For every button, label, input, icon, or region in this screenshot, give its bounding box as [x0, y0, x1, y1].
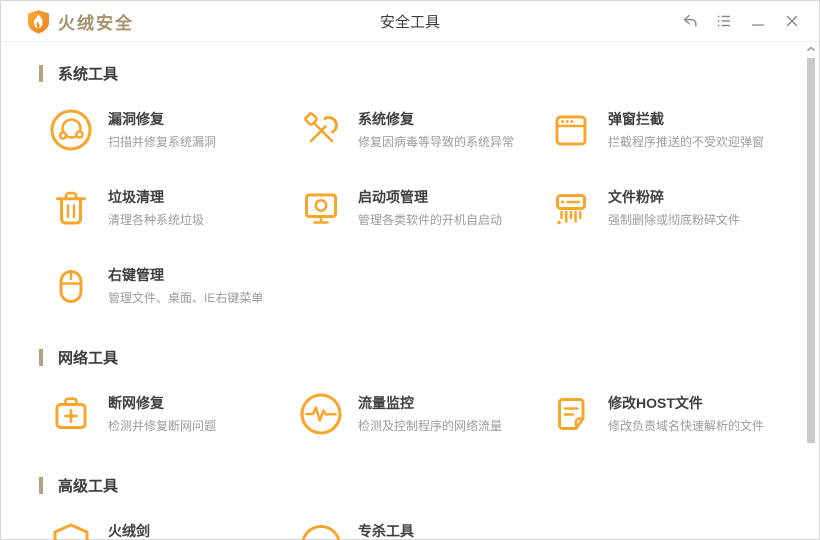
tool-item[interactable]: 火绒剑 [49, 520, 299, 540]
tool-name: 流量监控 [358, 395, 414, 411]
network-repair-icon [49, 392, 93, 436]
back-button[interactable] [673, 6, 707, 36]
tool-name: 修改HOST文件 [608, 395, 703, 411]
tool-desc: 检测并修复断网问题 [108, 419, 217, 433]
tool-text: 垃圾清理清理各种系统垃圾 [108, 186, 204, 228]
tool-text: 火绒剑 [108, 520, 150, 540]
tool-item[interactable]: 弹窗拦截拦截程序推送的不受欢迎弹窗 [549, 108, 781, 158]
tool-desc: 修改负责域名快速解析的文件 [608, 419, 765, 433]
scrollbar-thumb[interactable] [807, 58, 815, 443]
tool-item[interactable]: 启动项管理管理各类软件的开机自启动 [299, 186, 549, 236]
tool-text: 漏洞修复扫描并修复系统漏洞 [108, 108, 216, 150]
tool-name: 垃圾清理 [108, 189, 164, 205]
section-bar [39, 65, 43, 82]
tool-name: 断网修复 [108, 395, 164, 411]
section-title: 高级工具 [39, 475, 781, 496]
scroll-up-icon[interactable] [806, 42, 816, 56]
tool-text: 启动项管理管理各类软件的开机自启动 [358, 186, 502, 228]
tool-item[interactable]: 漏洞修复扫描并修复系统漏洞 [49, 108, 299, 158]
minimize-icon [749, 12, 767, 30]
tool-text: 专杀工具 [358, 520, 414, 540]
tool-name: 弹窗拦截 [608, 111, 664, 127]
killer-tool-icon [299, 520, 343, 540]
tool-text: 流量监控检测及控制程序的网络流量 [358, 392, 502, 434]
tool-desc: 拦截程序推送的不受欢迎弹窗 [608, 135, 765, 149]
tool-text: 修改HOST文件修改负责域名快速解析的文件 [608, 392, 764, 434]
traffic-monitor-icon [299, 392, 343, 436]
tool-desc: 清理各种系统垃圾 [108, 213, 205, 227]
tool-name: 启动项管理 [358, 189, 428, 205]
section-title: 系统工具 [39, 63, 781, 84]
tool-item[interactable]: 断网修复检测并修复断网问题 [49, 392, 299, 442]
context-menu-manager-icon [49, 264, 93, 308]
file-shredder-icon [549, 186, 593, 230]
section-bar [39, 477, 43, 494]
tool-desc: 检测及控制程序的网络流量 [358, 419, 503, 433]
tool-text: 断网修复检测并修复断网问题 [108, 392, 216, 434]
section-title-label: 网络工具 [58, 350, 119, 367]
tools-grid: 火绒剑 专杀工具 [49, 520, 781, 540]
tool-item[interactable]: 文件粉碎强制删除或彻底粉碎文件 [549, 186, 781, 236]
scrollbar [805, 42, 817, 539]
section-bar [39, 349, 43, 366]
titlebar: 火绒安全 安全工具 [1, 1, 819, 42]
startup-manager-icon [299, 186, 343, 230]
section-title-label: 高级工具 [58, 478, 119, 495]
vulnerability-fix-icon [49, 108, 93, 152]
tool-item[interactable]: 垃圾清理清理各种系统垃圾 [49, 186, 299, 236]
close-icon [783, 12, 801, 30]
tool-name: 专杀工具 [358, 523, 414, 539]
junk-clean-icon [49, 186, 93, 230]
tool-name: 系统修复 [358, 111, 414, 127]
tool-text: 文件粉碎强制删除或彻底粉碎文件 [608, 186, 740, 228]
tools-grid: 断网修复检测并修复断网问题 流量监控检测及控制程序的网络流量 修改HOST文件修改负… [49, 392, 781, 442]
tools-grid: 漏洞修复扫描并修复系统漏洞 系统修复修复因病毒等导致的系统异常 弹窗拦截拦截程序推送… [49, 108, 781, 314]
tool-text: 弹窗拦截拦截程序推送的不受欢迎弹窗 [608, 108, 764, 150]
menu-icon [715, 12, 733, 30]
tool-desc: 管理各类软件的开机自启动 [358, 213, 503, 227]
tool-item[interactable]: 修改HOST文件修改负责域名快速解析的文件 [549, 392, 781, 442]
tool-desc: 修复因病毒等导致的系统异常 [358, 135, 515, 149]
minimize-button[interactable] [741, 6, 775, 36]
menu-button[interactable] [707, 6, 741, 36]
system-repair-icon [299, 108, 343, 152]
back-icon [681, 12, 699, 30]
tool-name: 文件粉碎 [608, 189, 664, 205]
app-brand: 火绒安全 [1, 9, 134, 34]
tools-content: 系统工具漏洞修复扫描并修复系统漏洞 系统修复修复因病毒等导致的系统异常 弹窗拦截拦截… [1, 63, 819, 540]
tool-name: 火绒剑 [108, 523, 150, 539]
close-button[interactable] [775, 6, 809, 36]
titlebar-buttons [673, 6, 819, 36]
tool-desc: 管理文件、桌面、IE右键菜单 [108, 291, 264, 305]
section-title: 网络工具 [39, 347, 781, 368]
tool-item[interactable]: 右键管理管理文件、桌面、IE右键菜单 [49, 264, 299, 314]
tool-name: 漏洞修复 [108, 111, 164, 127]
section-title-label: 系统工具 [58, 66, 119, 83]
tool-item[interactable]: 专杀工具 [299, 520, 549, 540]
tool-item[interactable]: 系统修复修复因病毒等导致的系统异常 [299, 108, 549, 158]
huorong-logo-icon [27, 9, 50, 34]
app-name: 火绒安全 [58, 13, 134, 33]
huorong-sword-icon [49, 520, 93, 540]
tool-desc: 扫描并修复系统漏洞 [108, 135, 217, 149]
popup-blocker-icon [549, 108, 593, 152]
tool-text: 右键管理管理文件、桌面、IE右键菜单 [108, 264, 263, 306]
tool-desc: 强制删除或彻底粉碎文件 [608, 213, 741, 227]
tool-text: 系统修复修复因病毒等导致的系统异常 [358, 108, 514, 150]
tool-name: 右键管理 [108, 267, 164, 283]
host-file-icon [549, 392, 593, 436]
tool-item[interactable]: 流量监控检测及控制程序的网络流量 [299, 392, 549, 442]
